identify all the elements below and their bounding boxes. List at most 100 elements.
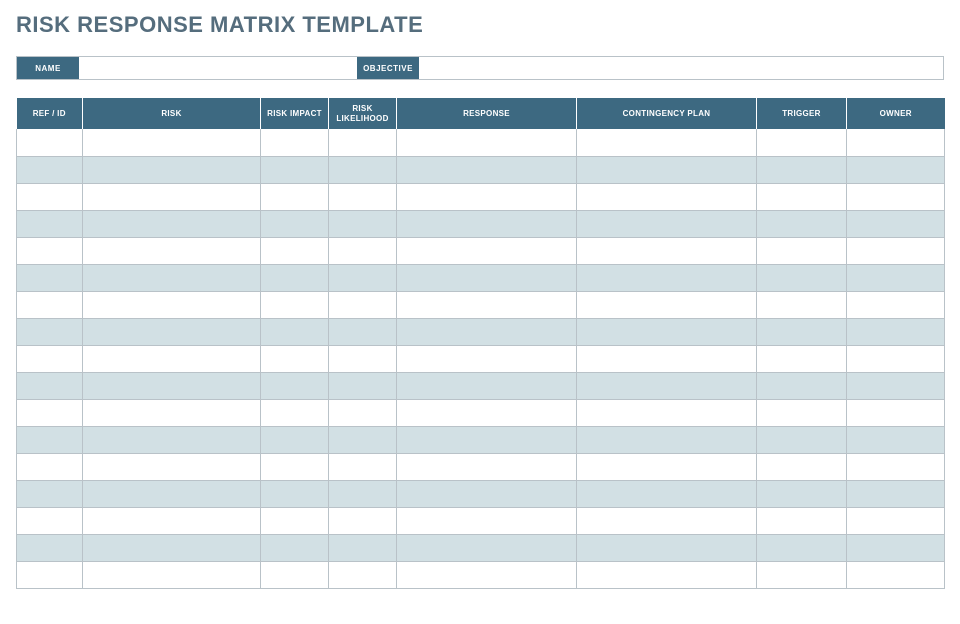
cell-input[interactable] bbox=[19, 213, 80, 235]
cell-input[interactable] bbox=[85, 483, 258, 505]
cell-input[interactable] bbox=[759, 294, 844, 316]
cell-input[interactable] bbox=[263, 213, 326, 235]
cell-input[interactable] bbox=[849, 483, 942, 505]
cell-input[interactable] bbox=[331, 483, 394, 505]
cell-input[interactable] bbox=[849, 510, 942, 532]
cell-input[interactable] bbox=[19, 348, 80, 370]
cell-input[interactable] bbox=[399, 402, 574, 424]
cell-input[interactable] bbox=[399, 240, 574, 262]
cell-input[interactable] bbox=[399, 131, 574, 154]
cell-input[interactable] bbox=[849, 564, 942, 586]
cell-input[interactable] bbox=[759, 510, 844, 532]
cell-input[interactable] bbox=[849, 186, 942, 208]
cell-input[interactable] bbox=[849, 240, 942, 262]
cell-input[interactable] bbox=[759, 537, 844, 559]
cell-input[interactable] bbox=[19, 537, 80, 559]
cell-input[interactable] bbox=[579, 213, 754, 235]
cell-input[interactable] bbox=[19, 321, 80, 343]
cell-input[interactable] bbox=[19, 483, 80, 505]
cell-input[interactable] bbox=[759, 131, 844, 154]
cell-input[interactable] bbox=[849, 159, 942, 181]
cell-input[interactable] bbox=[19, 375, 80, 397]
cell-input[interactable] bbox=[849, 429, 942, 451]
cell-input[interactable] bbox=[331, 240, 394, 262]
cell-input[interactable] bbox=[263, 159, 326, 181]
cell-input[interactable] bbox=[579, 402, 754, 424]
objective-input[interactable] bbox=[419, 57, 943, 79]
cell-input[interactable] bbox=[579, 131, 754, 154]
cell-input[interactable] bbox=[579, 267, 754, 289]
cell-input[interactable] bbox=[263, 483, 326, 505]
cell-input[interactable] bbox=[263, 186, 326, 208]
cell-input[interactable] bbox=[263, 429, 326, 451]
cell-input[interactable] bbox=[399, 510, 574, 532]
cell-input[interactable] bbox=[263, 510, 326, 532]
cell-input[interactable] bbox=[19, 294, 80, 316]
cell-input[interactable] bbox=[579, 240, 754, 262]
cell-input[interactable] bbox=[849, 131, 942, 154]
cell-input[interactable] bbox=[19, 402, 80, 424]
cell-input[interactable] bbox=[399, 537, 574, 559]
cell-input[interactable] bbox=[331, 456, 394, 478]
cell-input[interactable] bbox=[19, 429, 80, 451]
cell-input[interactable] bbox=[849, 402, 942, 424]
cell-input[interactable] bbox=[331, 510, 394, 532]
cell-input[interactable] bbox=[19, 267, 80, 289]
cell-input[interactable] bbox=[85, 240, 258, 262]
cell-input[interactable] bbox=[331, 402, 394, 424]
cell-input[interactable] bbox=[331, 159, 394, 181]
cell-input[interactable] bbox=[399, 483, 574, 505]
cell-input[interactable] bbox=[579, 429, 754, 451]
cell-input[interactable] bbox=[263, 537, 326, 559]
cell-input[interactable] bbox=[759, 456, 844, 478]
cell-input[interactable] bbox=[331, 321, 394, 343]
cell-input[interactable] bbox=[19, 159, 80, 181]
cell-input[interactable] bbox=[263, 267, 326, 289]
cell-input[interactable] bbox=[759, 213, 844, 235]
cell-input[interactable] bbox=[331, 131, 394, 154]
cell-input[interactable] bbox=[263, 294, 326, 316]
cell-input[interactable] bbox=[85, 537, 258, 559]
cell-input[interactable] bbox=[85, 159, 258, 181]
cell-input[interactable] bbox=[849, 294, 942, 316]
cell-input[interactable] bbox=[263, 321, 326, 343]
cell-input[interactable] bbox=[399, 159, 574, 181]
cell-input[interactable] bbox=[263, 240, 326, 262]
cell-input[interactable] bbox=[759, 402, 844, 424]
cell-input[interactable] bbox=[263, 348, 326, 370]
cell-input[interactable] bbox=[19, 186, 80, 208]
cell-input[interactable] bbox=[399, 348, 574, 370]
cell-input[interactable] bbox=[579, 456, 754, 478]
cell-input[interactable] bbox=[19, 456, 80, 478]
cell-input[interactable] bbox=[399, 456, 574, 478]
cell-input[interactable] bbox=[849, 537, 942, 559]
cell-input[interactable] bbox=[849, 321, 942, 343]
cell-input[interactable] bbox=[579, 321, 754, 343]
cell-input[interactable] bbox=[849, 456, 942, 478]
cell-input[interactable] bbox=[759, 564, 844, 586]
cell-input[interactable] bbox=[399, 213, 574, 235]
cell-input[interactable] bbox=[85, 429, 258, 451]
cell-input[interactable] bbox=[85, 510, 258, 532]
cell-input[interactable] bbox=[579, 294, 754, 316]
cell-input[interactable] bbox=[849, 348, 942, 370]
cell-input[interactable] bbox=[759, 429, 844, 451]
cell-input[interactable] bbox=[579, 483, 754, 505]
cell-input[interactable] bbox=[849, 375, 942, 397]
cell-input[interactable] bbox=[331, 267, 394, 289]
cell-input[interactable] bbox=[759, 186, 844, 208]
cell-input[interactable] bbox=[579, 186, 754, 208]
cell-input[interactable] bbox=[85, 348, 258, 370]
cell-input[interactable] bbox=[19, 240, 80, 262]
cell-input[interactable] bbox=[85, 213, 258, 235]
cell-input[interactable] bbox=[399, 375, 574, 397]
cell-input[interactable] bbox=[263, 131, 326, 154]
cell-input[interactable] bbox=[85, 564, 258, 586]
cell-input[interactable] bbox=[759, 267, 844, 289]
cell-input[interactable] bbox=[331, 348, 394, 370]
cell-input[interactable] bbox=[85, 131, 258, 154]
cell-input[interactable] bbox=[849, 267, 942, 289]
cell-input[interactable] bbox=[263, 402, 326, 424]
cell-input[interactable] bbox=[579, 159, 754, 181]
cell-input[interactable] bbox=[849, 213, 942, 235]
